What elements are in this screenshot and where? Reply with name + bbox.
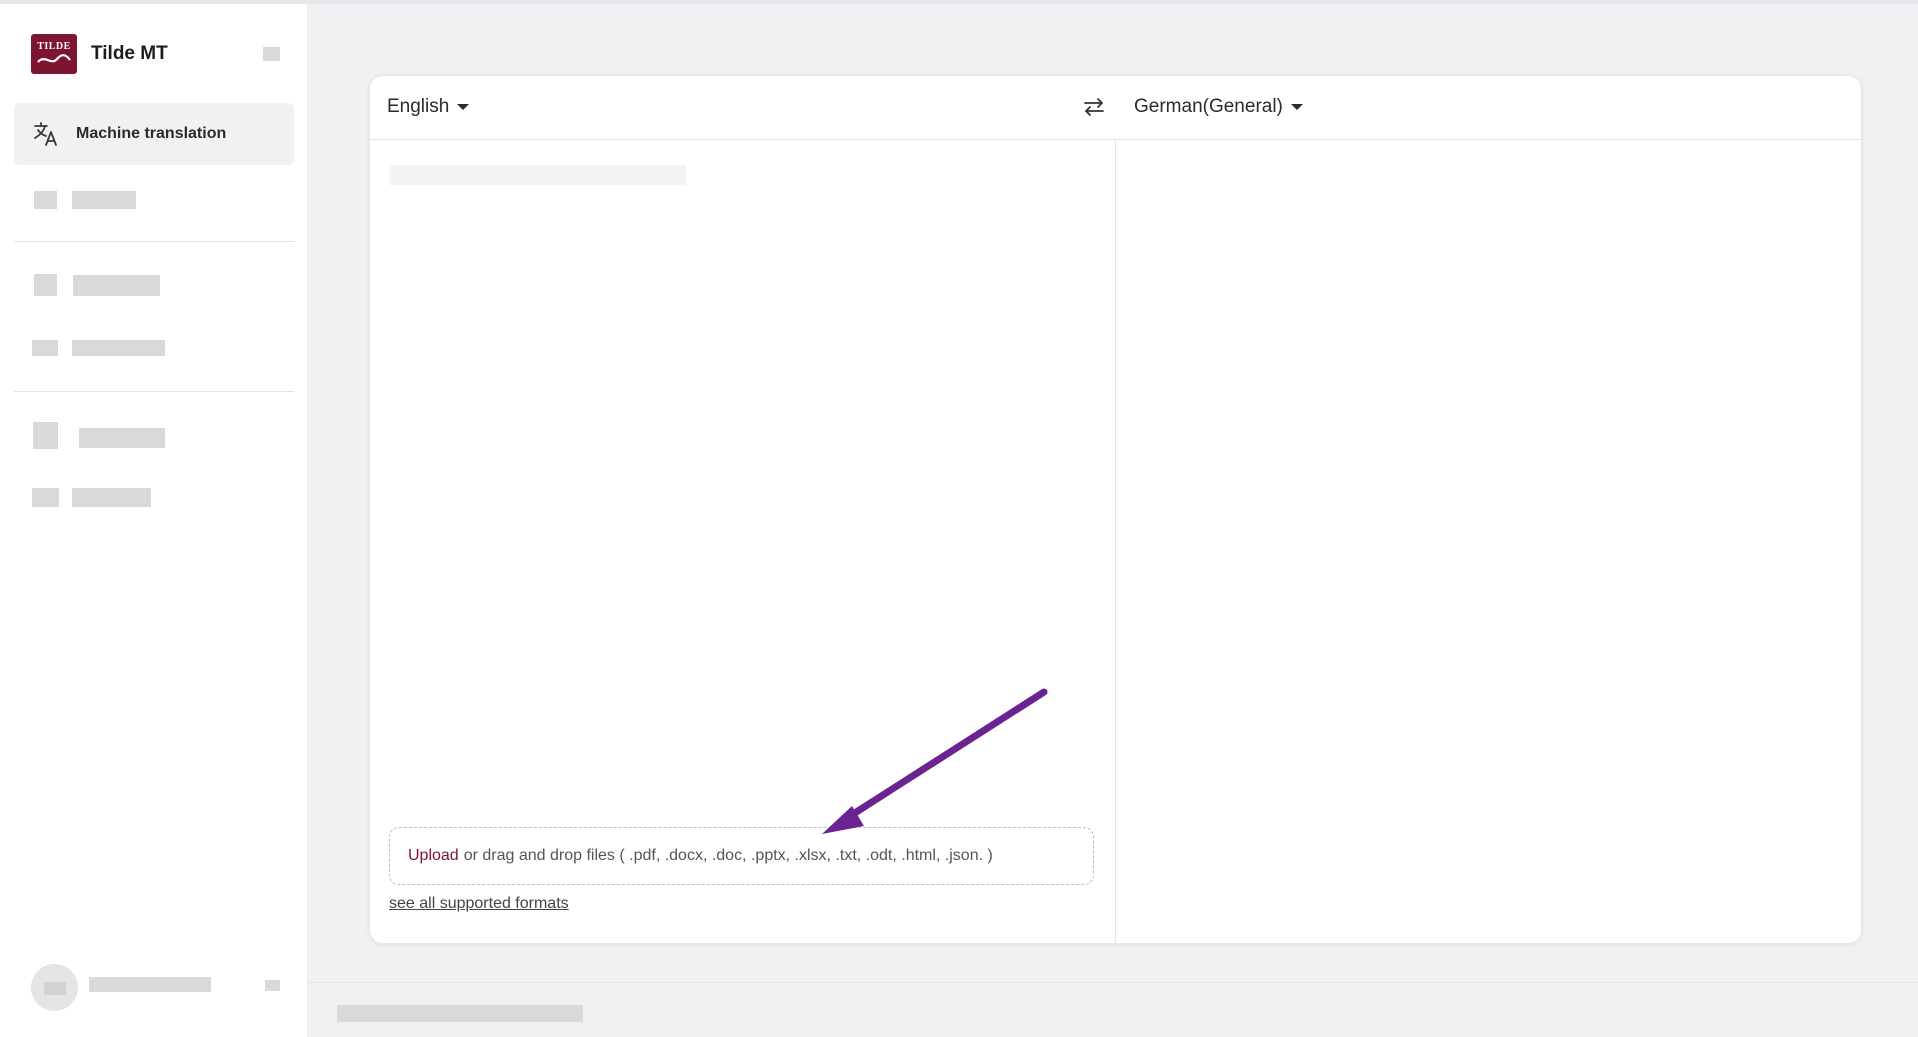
swap-arrows-icon[interactable] — [1081, 95, 1107, 119]
chevron-down-icon — [457, 104, 470, 110]
nav-icon-placeholder[interactable] — [32, 340, 58, 356]
brand[interactable]: TILDE Tilde MT — [31, 34, 168, 74]
logo-wave-icon — [37, 54, 71, 63]
tilde-logo: TILDE — [31, 34, 77, 74]
source-language-select[interactable]: English — [387, 96, 470, 118]
language-bar: English German(General) — [370, 76, 1861, 140]
upload-link[interactable]: Upload — [408, 847, 459, 865]
sidebar-divider — [14, 391, 294, 392]
avatar[interactable] — [31, 964, 78, 1011]
translate-icon — [34, 122, 57, 146]
footer-divider — [307, 982, 1918, 983]
supported-formats-link[interactable]: see all supported formats — [389, 895, 569, 913]
source-text-placeholder[interactable] — [389, 165, 686, 185]
user-menu-icon[interactable] — [265, 980, 280, 991]
logo-text: TILDE — [37, 41, 71, 52]
nav-icon-placeholder[interactable] — [33, 422, 58, 449]
nav-label-placeholder[interactable] — [73, 275, 160, 296]
target-language-label: German(General) — [1134, 96, 1283, 117]
sidebar-item-machine-translation[interactable]: Machine translation — [14, 103, 294, 165]
translation-panel: English German(General) Upload or drag a… — [369, 75, 1862, 944]
sidebar-divider — [14, 241, 294, 242]
sidebar-item-label: Machine translation — [76, 125, 227, 142]
footer-text-placeholder — [337, 1005, 583, 1022]
source-language-label: English — [387, 96, 450, 117]
file-upload-dropzone[interactable]: Upload or drag and drop files ( .pdf, .d… — [389, 827, 1094, 885]
upload-hint: or drag and drop files ( .pdf, .docx, .d… — [463, 847, 993, 864]
chevron-down-icon — [1290, 104, 1303, 110]
nav-icon-placeholder[interactable] — [32, 488, 59, 507]
nav-label-placeholder[interactable] — [79, 428, 165, 448]
target-language-select[interactable]: German(General) — [1134, 96, 1303, 118]
pane-divider — [1115, 140, 1116, 944]
nav-icon-placeholder[interactable] — [34, 191, 57, 209]
nav-label-placeholder[interactable] — [72, 488, 151, 507]
sidebar: TILDE Tilde MT Machine translation — [0, 4, 307, 1037]
nav-label-placeholder[interactable] — [72, 340, 165, 356]
sidebar-collapse-icon[interactable] — [263, 47, 280, 61]
brand-name: Tilde MT — [91, 43, 168, 64]
user-name-placeholder[interactable] — [89, 977, 211, 992]
nav-icon-placeholder[interactable] — [34, 274, 57, 296]
nav-label-placeholder[interactable] — [72, 191, 136, 209]
